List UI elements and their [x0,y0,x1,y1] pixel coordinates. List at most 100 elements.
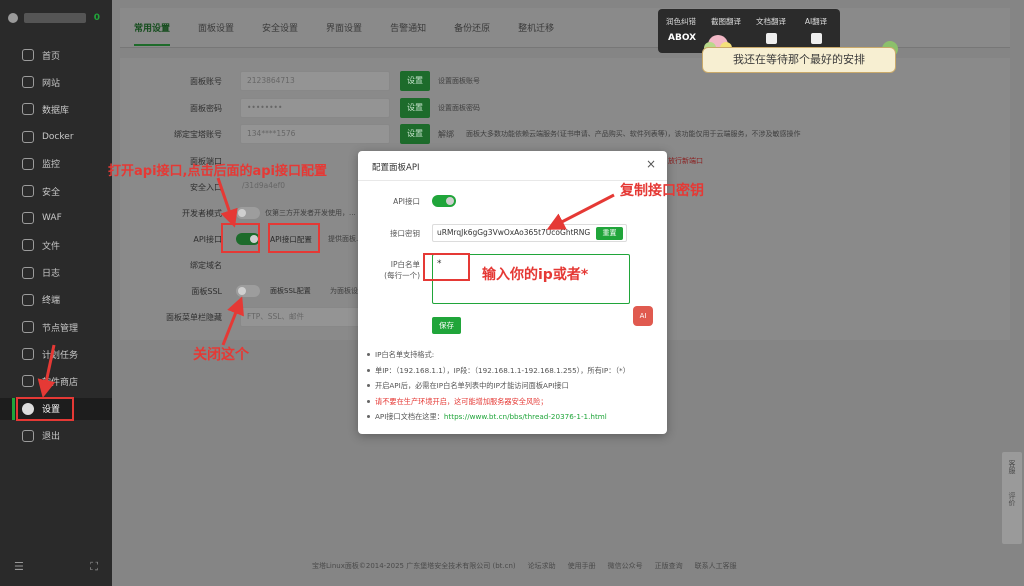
highlight-settings [16,397,74,421]
sidebar-item-3[interactable]: Docker [0,126,112,148]
ssl-toggle[interactable] [236,285,260,297]
home-icon [22,49,34,61]
password-hint: 设置面板密码 [438,104,480,112]
sidebar-item-label: 数据库 [42,105,70,116]
docker-icon [22,130,34,143]
dev-toggle[interactable] [236,207,260,219]
ai-assistant-button[interactable]: AI [633,306,653,326]
sidebar-item-label: 文件 [42,241,61,252]
collapse-icon[interactable]: ☰ [14,560,24,574]
save-button[interactable]: 保存 [432,317,461,334]
sidebar-item-11[interactable]: 计划任务 [0,343,112,365]
sidebar-item-6[interactable]: WAF [0,207,112,229]
tab-4[interactable]: 告警通知 [390,21,426,34]
sidebar-header: 0 [0,0,112,36]
customer-service-button[interactable]: 客服 [1007,460,1017,474]
annotation-close-this: 关闭这个 [193,347,249,363]
menu-input[interactable]: FTP、SSL、邮件 [240,307,360,327]
tab-6[interactable]: 整机迁移 [518,21,554,34]
note-item: IP白名单支持格式: [367,347,630,363]
account-set-button[interactable]: 设置 [400,71,430,91]
row-bind: 绑定宝塔账号 134****1576 设置 解绑 面板大多数功能依赖云端服务(证… [120,123,1010,145]
tab-5[interactable]: 备份还原 [454,21,490,34]
domain-label: 绑定域名 [190,260,222,270]
footer-link[interactable]: 正版查询 [655,561,683,571]
database-icon [22,103,34,116]
sidebar-item-label: 监控 [42,160,61,171]
dev-hint: 仅第三方开发者开发使用，... [265,209,356,217]
note-item: API接口文档在这里：https://www.bt.cn/bbs/thread-… [367,409,630,425]
footer-link[interactable]: 微信公众号 [608,561,643,571]
account-label: 面板账号 [190,76,222,86]
footer-link[interactable]: 使用手册 [568,561,596,571]
sidebar-item-10[interactable]: 节点管理 [0,316,112,338]
fullscreen-icon[interactable]: ⛶ [90,560,98,574]
feedback-button[interactable]: 评价 [1007,492,1017,506]
doc-translate-tool[interactable]: 文档翻译 [748,16,794,27]
logo-icon [8,13,18,23]
sidebar-item-label: 节点管理 [42,323,79,334]
notification-badge[interactable]: 0 [94,13,100,23]
password-label: 面板密码 [190,103,222,113]
highlight-api-toggle [221,223,260,253]
doc-icon [766,33,777,44]
sidebar-item-label: 安全 [42,187,61,198]
bind-input[interactable]: 134****1576 [240,124,390,144]
sidebar-item-9[interactable]: 终端 [0,289,112,311]
terminal-icon [22,293,34,306]
log-icon [22,266,34,279]
sidebar-item-8[interactable]: 日志 [0,262,112,284]
row-account: 面板账号 2123864713 设置 设置面板账号 [120,70,1010,92]
menu-label: 面板菜单栏隐藏 [166,312,222,322]
sidebar-item-7[interactable]: 文件 [0,234,112,256]
sidebar-item-0[interactable]: 首页 [0,44,112,66]
key-label: 接口密钥 [390,229,420,238]
sidebar-item-label: 退出 [42,432,61,443]
footer-link[interactable]: 论坛求助 [528,561,556,571]
screenshot-translate-tool[interactable]: 截图翻译 [703,16,749,27]
sidebar-item-2[interactable]: 数据库 [0,98,112,120]
copyright: 宝塔Linux面板©2014-2025 广东堡塔安全技术有限公司 (bt.cn) [312,562,516,570]
globe-icon [22,76,34,89]
close-icon[interactable]: × [646,157,656,171]
whitelist-sublabel: (每行一个) [384,271,420,280]
password-set-button[interactable]: 设置 [400,98,430,118]
doc-link[interactable]: https://www.bt.cn/bbs/thread-20376-1-1.h… [444,412,607,421]
reset-key-button[interactable]: 重置 [596,227,623,240]
api-switch[interactable] [432,195,456,207]
sidebar-item-12[interactable]: 软件商店 [0,370,112,392]
annotation-open-api: 打开api接口,点击后面的api接口配置 [108,164,328,179]
logout-icon [22,429,34,442]
unbind-link[interactable]: 解绑 [438,129,454,140]
sidebar-item-14[interactable]: 退出 [0,425,112,447]
side-tools: 客服 评价 [1002,452,1022,544]
folder-icon [22,239,34,252]
tab-0[interactable]: 常用设置 [134,21,171,46]
api-label: API接口 [193,234,222,244]
status-bubble: 我还在等待那个最好的安排 [702,47,896,73]
sidebar-item-5[interactable]: 安全 [0,180,112,202]
annotation-copy-key: 复制接口密钥 [620,183,704,199]
doc-label: API接口文档在这里： [375,412,444,421]
ai-translate-tool[interactable]: AI翻译 [793,16,839,27]
ssl-config-button[interactable]: 面板SSL配置 [270,286,311,296]
annotation-enter-ip: 输入你的ip或者* [482,267,589,283]
tab-3[interactable]: 界面设置 [326,21,362,34]
bind-set-button[interactable]: 设置 [400,124,430,144]
tab-2[interactable]: 安全设置 [262,21,298,34]
note-warning: 请不要在生产环境开启，这可能增加服务器安全风险； [367,394,630,410]
password-input[interactable]: •••••••• [240,98,390,118]
polish-tool[interactable]: 润色纠错 [658,16,704,27]
sidebar-item-4[interactable]: 监控 [0,153,112,175]
sidebar-item-label: 计划任务 [42,350,79,361]
sidebar-item-label: 首页 [42,51,61,62]
footer-link[interactable]: 联系人工客服 [695,561,737,571]
sidebar-item-label: 网站 [42,78,61,89]
node-icon [22,321,34,333]
port-open-hint[interactable]: 放行新端口 [668,156,703,166]
tab-1[interactable]: 面板设置 [198,21,234,34]
page-footer: 宝塔Linux面板©2014-2025 广东堡塔安全技术有限公司 (bt.cn)… [312,561,737,571]
account-input[interactable]: 2123864713 [240,71,390,91]
sidebar-item-label: 终端 [42,296,61,307]
sidebar-item-1[interactable]: 网站 [0,71,112,93]
